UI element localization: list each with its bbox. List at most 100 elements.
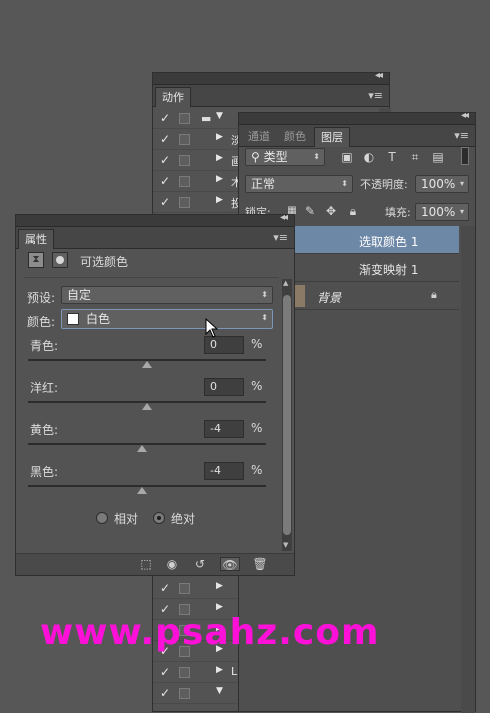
fill-value: 100%: [421, 205, 456, 219]
panel-menu-icon[interactable]: ▾≡: [454, 129, 469, 142]
dialog-toggle[interactable]: [179, 176, 190, 187]
filter-toggle[interactable]: [461, 147, 469, 165]
dialog-toggle[interactable]: [179, 113, 190, 124]
check-icon[interactable]: ✓: [160, 153, 170, 167]
tab-channels[interactable]: 通道: [242, 127, 276, 147]
percent-unit: %: [251, 421, 263, 435]
panel-menu-icon[interactable]: ▾≡: [273, 231, 288, 244]
expand-triangle-icon[interactable]: ▶: [216, 665, 223, 675]
radio-absolute[interactable]: [153, 512, 165, 524]
expand-triangle-icon[interactable]: ▼: [216, 111, 223, 121]
preset-value: 自定: [67, 288, 92, 302]
expand-triangle-icon[interactable]: ▶: [216, 174, 223, 184]
adjustment-filter-icon[interactable]: ◐: [361, 149, 377, 165]
collapse-icon[interactable]: ◂◂: [280, 212, 288, 223]
slider-label: 黄色:: [30, 423, 59, 437]
type-filter-icon[interactable]: T: [384, 149, 400, 165]
actions-tab-row: 动作 ▾≡: [153, 85, 389, 107]
slider-value-field[interactable]: 0: [204, 336, 244, 354]
colors-select[interactable]: 白色 ⬍: [61, 309, 273, 329]
check-icon[interactable]: ✓: [160, 195, 170, 209]
background-thumbnail[interactable]: [295, 285, 305, 307]
opacity-value: 100%: [421, 177, 456, 191]
properties-scrollbar[interactable]: ▲ ▼: [282, 279, 292, 551]
visibility-icon[interactable]: 👁︎: [220, 557, 240, 572]
collapse-icon[interactable]: ◂◂: [375, 70, 383, 81]
lock-position-icon[interactable]: ✥: [323, 203, 339, 219]
panel-menu-icon[interactable]: ▾≡: [368, 89, 383, 102]
clip-to-layer-icon[interactable]: ⬚: [138, 557, 154, 571]
collapse-icon[interactable]: ◂◂: [461, 110, 469, 121]
radio-relative[interactable]: [96, 512, 108, 524]
dialog-toggle[interactable]: [179, 134, 190, 145]
slider-row: 黑色: -4%: [16, 462, 286, 503]
properties-footer: ⬚ ◉ ↺ 👁︎ 🗑︎: [16, 553, 294, 575]
lock-paint-icon[interactable]: ✎: [302, 203, 318, 219]
check-icon[interactable]: ✓: [160, 174, 170, 188]
image-filter-icon[interactable]: ▣: [339, 149, 355, 165]
scroll-down-icon[interactable]: ▼: [283, 541, 288, 549]
check-icon[interactable]: ✓: [160, 132, 170, 146]
slider-thumb[interactable]: [137, 445, 148, 452]
expand-triangle-icon[interactable]: ▶: [216, 132, 223, 142]
tab-properties[interactable]: 属性: [18, 229, 54, 249]
search-icon: ⚲: [251, 150, 264, 164]
lock-all-icon[interactable]: 🔒︎: [345, 203, 361, 219]
check-icon[interactable]: ✓: [160, 111, 170, 125]
dialog-toggle[interactable]: [179, 688, 190, 699]
tab-layers[interactable]: 图层: [314, 127, 350, 147]
blend-mode-select[interactable]: 正常 ⬍: [245, 175, 353, 193]
expand-triangle-icon[interactable]: ▶: [216, 195, 223, 205]
dialog-toggle[interactable]: [179, 197, 190, 208]
layers-panel-titlebar[interactable]: ◂◂: [239, 110, 475, 125]
layers-scrollbar[interactable]: [461, 226, 475, 713]
percent-unit: %: [251, 463, 263, 477]
scrollbar-thumb[interactable]: [283, 295, 291, 535]
slider-thumb[interactable]: [137, 487, 148, 494]
slider-row: 青色: 0%: [16, 336, 286, 377]
layer-name[interactable]: 背景: [317, 289, 341, 306]
preset-select[interactable]: 自定 ⬍: [61, 286, 273, 304]
percent-unit: %: [251, 337, 263, 351]
radio-relative-label[interactable]: 相对: [114, 510, 138, 527]
slider-thumb[interactable]: [142, 361, 152, 368]
shape-filter-icon[interactable]: ⌗: [407, 149, 423, 165]
mask-icon[interactable]: [52, 252, 68, 268]
slider-value-field[interactable]: -4: [204, 420, 244, 438]
percent-unit: %: [251, 379, 263, 393]
tab-actions[interactable]: 动作: [155, 87, 191, 107]
check-icon[interactable]: ✓: [160, 581, 170, 595]
properties-panel-titlebar[interactable]: ◂◂: [16, 212, 294, 227]
view-previous-icon[interactable]: ◉: [164, 557, 180, 571]
fill-field[interactable]: 100% ▾: [415, 203, 469, 221]
radio-absolute-label[interactable]: 绝对: [171, 510, 195, 527]
slider-value-field[interactable]: -4: [204, 462, 244, 480]
opacity-field[interactable]: 100% ▾: [415, 175, 469, 193]
slider-value-field[interactable]: 0: [204, 378, 244, 396]
dialog-toggle[interactable]: [179, 155, 190, 166]
layer-filter-select[interactable]: ⚲ 类型 ⬍: [245, 148, 325, 166]
dialog-toggle[interactable]: [179, 667, 190, 678]
delete-icon[interactable]: 🗑︎: [252, 557, 268, 571]
slider-thumb[interactable]: [142, 403, 152, 410]
scroll-up-icon[interactable]: ▲: [283, 279, 288, 287]
properties-panel: ◂◂ 属性 ▾≡ ⧗ 可选颜色 预设: 自定 ⬍ 颜色: 白色 ⬍ 青色: 0% 洋红…: [15, 212, 295, 576]
check-icon[interactable]: ✓: [160, 686, 170, 700]
expand-triangle-icon[interactable]: ▶: [216, 153, 223, 163]
reset-icon[interactable]: ↺: [192, 557, 208, 571]
layer-name[interactable]: 选取颜色 1: [359, 233, 418, 250]
adjustment-icon[interactable]: ⧗: [28, 252, 44, 268]
expand-triangle-icon[interactable]: ▶: [216, 581, 223, 591]
slider-row: 黄色: -4%: [16, 420, 286, 461]
actions-panel-titlebar[interactable]: ◂◂: [153, 70, 389, 85]
check-icon[interactable]: ✓: [160, 665, 170, 679]
adjustment-title: 可选颜色: [80, 255, 129, 269]
dialog-toggle[interactable]: [179, 583, 190, 594]
layer-name[interactable]: 渐变映射 1: [359, 261, 418, 278]
layer-filter-value: 类型: [263, 150, 288, 164]
smart-object-filter-icon[interactable]: ▤: [430, 149, 446, 165]
expand-triangle-icon[interactable]: ▼: [216, 686, 223, 696]
tab-swatches[interactable]: 颜色: [278, 127, 312, 147]
watermark: www.psahz.com: [40, 612, 380, 653]
expand-triangle-icon[interactable]: ▶: [216, 602, 223, 612]
